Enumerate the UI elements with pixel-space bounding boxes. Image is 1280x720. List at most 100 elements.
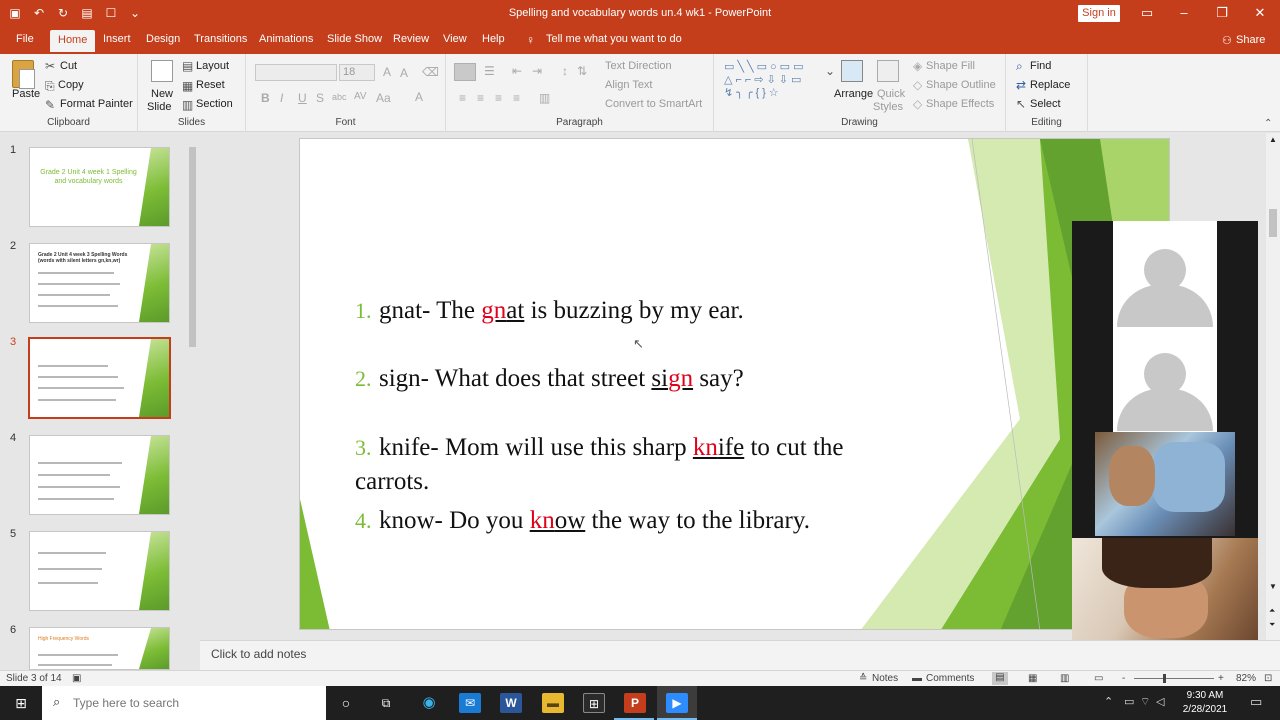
new-slide-button-line2[interactable]: Slide bbox=[147, 101, 171, 113]
share-button[interactable]: Share bbox=[1236, 34, 1265, 46]
clear-formatting-icon[interactable]: ⌫ bbox=[422, 65, 439, 79]
tab-view[interactable]: View bbox=[443, 33, 467, 45]
spellcheck-icon[interactable]: ▣ bbox=[72, 673, 81, 684]
spacing-icon[interactable]: AV bbox=[354, 91, 367, 102]
tell-me-input[interactable]: Tell me what you want to do bbox=[546, 33, 682, 45]
decrease-font-icon[interactable]: A bbox=[400, 66, 408, 80]
thumbnail-scrollbar[interactable] bbox=[187, 133, 199, 670]
align-text-button[interactable]: Align Text bbox=[605, 79, 653, 91]
comments-button[interactable]: Comments bbox=[926, 673, 974, 684]
quick-styles-icon[interactable] bbox=[877, 60, 899, 82]
taskbar-search-input[interactable] bbox=[73, 694, 313, 712]
previous-slide-icon[interactable]: ⏶ bbox=[1269, 606, 1275, 616]
find-button[interactable]: Find bbox=[1030, 60, 1051, 72]
italic-icon[interactable]: I bbox=[280, 91, 283, 105]
reset-button[interactable]: Reset bbox=[196, 79, 225, 91]
cortana-icon[interactable]: ○ bbox=[335, 693, 357, 713]
notes-placeholder[interactable]: Click to add notes bbox=[211, 647, 306, 661]
current-slide[interactable]: 1. gnat- The gnat is buzzing by my ear. 2… bbox=[299, 138, 1170, 630]
quick-styles-line2[interactable]: Styles bbox=[873, 101, 903, 113]
numbering-icon[interactable]: ☰ bbox=[484, 64, 495, 78]
tab-transitions[interactable]: Transitions bbox=[194, 33, 247, 45]
volume-icon[interactable]: ◁ bbox=[1156, 695, 1164, 708]
zoom-in-button[interactable]: + bbox=[1218, 673, 1224, 684]
tab-home[interactable]: Home bbox=[50, 30, 96, 52]
ribbon-display-icon[interactable]: ▭ bbox=[1137, 4, 1157, 22]
justify-icon[interactable]: ≡ bbox=[513, 91, 520, 105]
cut-button[interactable]: Cut bbox=[60, 60, 77, 72]
mail-icon[interactable]: ✉ bbox=[459, 693, 481, 713]
close-icon[interactable]: ✕ bbox=[1250, 4, 1270, 22]
editor-scroll-thumb[interactable] bbox=[1269, 209, 1277, 237]
bold-icon[interactable]: B bbox=[261, 91, 270, 105]
zoom-out-button[interactable]: - bbox=[1122, 673, 1125, 684]
tab-insert[interactable]: Insert bbox=[103, 33, 131, 45]
notifications-icon[interactable]: ▭ bbox=[1250, 694, 1262, 710]
tab-review[interactable]: Review bbox=[393, 33, 429, 45]
columns-icon[interactable]: ▥ bbox=[539, 91, 550, 105]
thumbnail-scroll-thumb[interactable] bbox=[189, 147, 196, 347]
zoom-level[interactable]: 82% bbox=[1236, 673, 1256, 684]
scroll-up-icon[interactable]: ▲ bbox=[1269, 135, 1277, 144]
zoom-slider[interactable] bbox=[1134, 678, 1214, 679]
align-right-icon[interactable]: ≡ bbox=[495, 91, 502, 105]
show-hidden-icons-icon[interactable]: ⌃ bbox=[1104, 695, 1113, 708]
convert-smartart-button[interactable]: Convert to SmartArt bbox=[605, 98, 702, 110]
bullets-icon[interactable] bbox=[454, 63, 476, 81]
change-case-icon[interactable]: Aa bbox=[376, 91, 391, 105]
notes-pane[interactable]: Click to add notes bbox=[200, 640, 1280, 670]
word-icon[interactable]: W bbox=[500, 693, 522, 713]
slide-thumbnail-4[interactable] bbox=[29, 435, 170, 515]
copy-button[interactable]: Copy bbox=[58, 79, 84, 91]
underline-icon[interactable]: U bbox=[298, 91, 307, 105]
align-center-icon[interactable]: ≡ bbox=[477, 91, 484, 105]
edge-icon[interactable]: ◉ bbox=[418, 693, 440, 713]
scroll-down-icon[interactable]: ▼ bbox=[1269, 582, 1277, 591]
notes-button[interactable]: Notes bbox=[872, 673, 898, 684]
new-slide-icon[interactable] bbox=[151, 60, 173, 82]
store-icon[interactable]: ⊞ bbox=[583, 693, 605, 713]
line-spacing-icon[interactable]: ↕ bbox=[562, 64, 568, 78]
next-slide-icon[interactable]: ⏷ bbox=[1269, 620, 1275, 630]
font-size-box[interactable]: 18 bbox=[339, 64, 375, 81]
paste-button[interactable]: Paste bbox=[12, 88, 40, 100]
shapes-scroll-icon[interactable]: ⌄ bbox=[825, 64, 835, 78]
slide-thumbnail-1[interactable]: Grade 2 Unit 4 week 1 Spelling and vocab… bbox=[29, 147, 170, 227]
tab-file[interactable]: File bbox=[16, 33, 34, 45]
minimize-icon[interactable]: – bbox=[1174, 4, 1194, 22]
maximize-icon[interactable]: ❐ bbox=[1212, 4, 1232, 22]
slideshow-view-icon[interactable]: ▭ bbox=[1094, 673, 1103, 684]
replace-button[interactable]: Replace bbox=[1030, 79, 1070, 91]
slide-sorter-icon[interactable]: ▦ bbox=[1028, 673, 1037, 684]
select-button[interactable]: Select bbox=[1030, 98, 1061, 110]
arrange-button[interactable]: Arrange bbox=[834, 88, 873, 100]
format-painter-button[interactable]: Format Painter bbox=[60, 98, 133, 110]
section-button[interactable]: Section bbox=[196, 98, 233, 110]
powerpoint-icon[interactable]: P bbox=[624, 693, 646, 713]
arrange-icon[interactable] bbox=[841, 60, 863, 82]
slide-thumbnail-6[interactable]: High Frequency Words bbox=[29, 627, 170, 670]
tab-design[interactable]: Design bbox=[146, 33, 180, 45]
editor-scrollbar[interactable]: ▲ ▼ ⏶ ⏷ bbox=[1266, 133, 1280, 640]
windows-start-icon[interactable]: ⊞ bbox=[0, 686, 42, 720]
shape-fill-button[interactable]: Shape Fill bbox=[926, 60, 975, 72]
fit-slide-icon[interactable]: ⊡ bbox=[1264, 673, 1272, 684]
slide-thumbnail-2[interactable]: Grade 2 Unit 4 week 3 Spelling Words (wo… bbox=[29, 243, 170, 323]
sign-in-button[interactable]: Sign in bbox=[1078, 5, 1120, 22]
font-name-box[interactable] bbox=[255, 64, 337, 81]
shadow-icon[interactable]: S bbox=[316, 91, 324, 105]
tab-slide-show[interactable]: Slide Show bbox=[327, 33, 382, 45]
align-left-icon[interactable]: ≡ bbox=[459, 91, 466, 105]
task-view-icon[interactable]: ⧉ bbox=[375, 693, 397, 713]
file-explorer-icon[interactable]: ▬ bbox=[542, 693, 564, 713]
increase-font-icon[interactable]: A bbox=[383, 65, 391, 79]
taskbar-clock[interactable]: 9:30 AM 2/28/2021 bbox=[1172, 689, 1238, 717]
shape-outline-button[interactable]: Shape Outline bbox=[926, 79, 996, 91]
collapse-ribbon-icon[interactable]: ⌃ bbox=[1264, 118, 1272, 129]
normal-view-icon[interactable]: ▤ bbox=[992, 672, 1008, 685]
increase-indent-icon[interactable]: ⇥ bbox=[532, 64, 542, 78]
zoom-app-icon[interactable]: ▶ bbox=[666, 693, 688, 713]
battery-icon[interactable]: ▭ bbox=[1124, 695, 1134, 708]
new-slide-button-line1[interactable]: New bbox=[151, 88, 173, 100]
text-direction-button[interactable]: Text Direction bbox=[605, 60, 672, 72]
